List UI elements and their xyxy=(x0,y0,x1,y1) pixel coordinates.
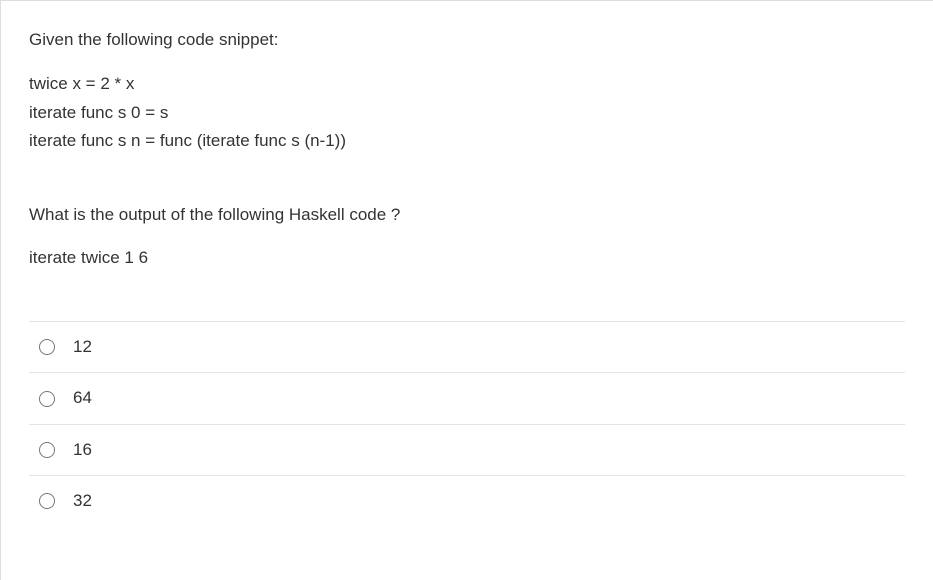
code-line-1: twice x = 2 * x xyxy=(29,71,905,97)
question-prompt: What is the output of the following Hask… xyxy=(29,202,905,228)
question-call: iterate twice 1 6 xyxy=(29,245,905,271)
radio-icon[interactable] xyxy=(39,391,55,407)
options-list: 12 64 16 32 xyxy=(1,322,933,526)
question-intro: Given the following code snippet: xyxy=(29,27,905,53)
question-container: Given the following code snippet: twice … xyxy=(0,0,933,580)
option-row[interactable]: 12 xyxy=(29,322,905,373)
question-body: Given the following code snippet: twice … xyxy=(1,1,933,321)
option-label: 12 xyxy=(73,334,92,360)
option-label: 64 xyxy=(73,385,92,411)
code-line-2: iterate func s 0 = s xyxy=(29,100,905,126)
radio-icon[interactable] xyxy=(39,442,55,458)
option-row[interactable]: 64 xyxy=(29,373,905,424)
code-line-3: iterate func s n = func (iterate func s … xyxy=(29,128,905,154)
option-label: 16 xyxy=(73,437,92,463)
option-row[interactable]: 16 xyxy=(29,425,905,476)
option-label: 32 xyxy=(73,488,92,514)
option-row[interactable]: 32 xyxy=(29,476,905,526)
radio-icon[interactable] xyxy=(39,493,55,509)
radio-icon[interactable] xyxy=(39,339,55,355)
